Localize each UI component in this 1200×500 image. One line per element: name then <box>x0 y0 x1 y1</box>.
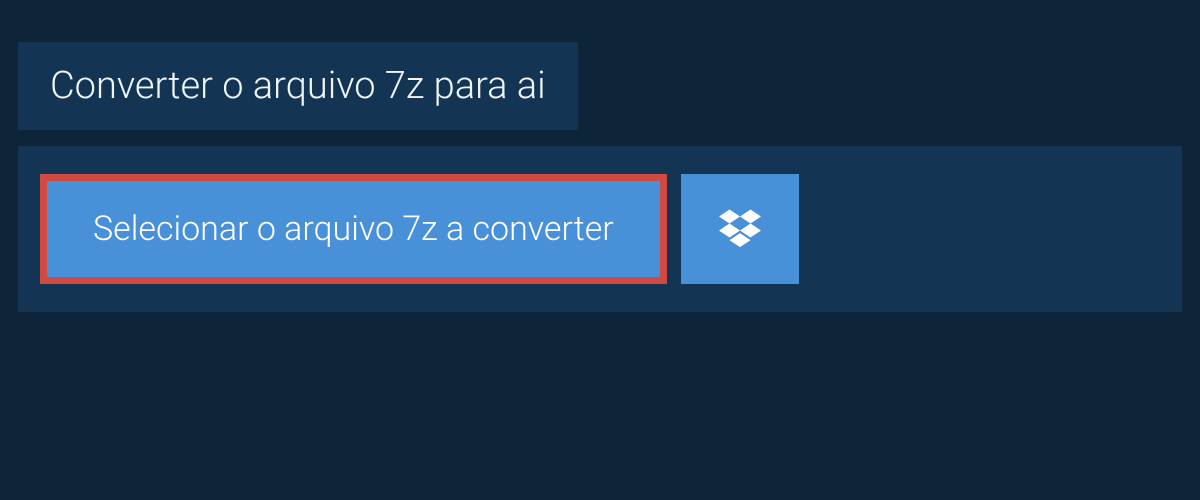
tab-convert-7z-to-ai[interactable]: Converter o arquivo 7z para ai <box>18 42 578 130</box>
dropbox-icon <box>719 206 761 252</box>
tab-bar: Converter o arquivo 7z para ai <box>0 0 1200 130</box>
converter-panel: Selecionar o arquivo 7z a converter <box>18 146 1182 312</box>
tab-title: Converter o arquivo 7z para ai <box>50 64 546 108</box>
dropbox-button[interactable] <box>681 174 799 284</box>
select-file-label: Selecionar o arquivo 7z a converter <box>93 209 614 249</box>
select-file-button[interactable]: Selecionar o arquivo 7z a converter <box>40 174 667 284</box>
